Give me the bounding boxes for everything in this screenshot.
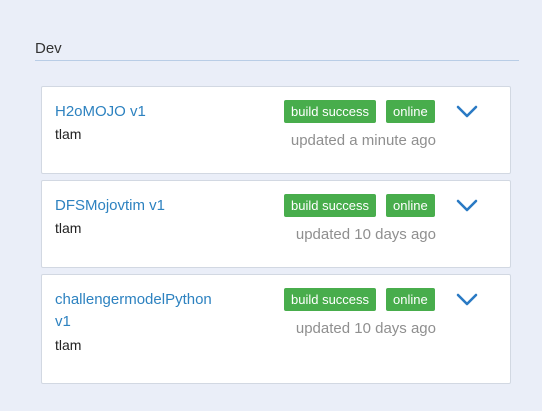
status-badges: build success online xyxy=(284,194,435,217)
updated-timestamp: updated 10 days ago xyxy=(295,226,436,243)
updated-timestamp: updated a minute ago xyxy=(290,132,436,149)
online-status-badge: online xyxy=(386,288,435,311)
section-title: Dev xyxy=(35,38,519,61)
status-badges: build success online xyxy=(284,288,435,311)
updated-timestamp: updated 10 days ago xyxy=(295,320,436,337)
build-status-badge: build success xyxy=(284,100,377,123)
model-owner: tlam xyxy=(55,220,82,236)
model-name-link[interactable]: DFSMojovtim v1 xyxy=(55,195,225,217)
build-status-badge: build success xyxy=(284,194,377,217)
chevron-down-icon[interactable] xyxy=(456,199,478,213)
section-dev: Dev xyxy=(35,38,519,61)
status-badges: build success online xyxy=(284,100,435,123)
build-status-badge: build success xyxy=(284,288,377,311)
model-owner: tlam xyxy=(55,126,82,142)
model-card: DFSMojovtim v1 tlam build success online… xyxy=(41,180,511,268)
online-status-badge: online xyxy=(386,194,435,217)
online-status-badge: online xyxy=(386,100,435,123)
model-card: H2oMOJO v1 tlam build success online upd… xyxy=(41,86,511,174)
model-name-link[interactable]: H2oMOJO v1 xyxy=(55,101,225,123)
model-owner: tlam xyxy=(55,337,82,353)
chevron-down-icon[interactable] xyxy=(456,105,478,119)
model-card: challengermodelPython v1 tlam build succ… xyxy=(41,274,511,384)
chevron-down-icon[interactable] xyxy=(456,293,478,307)
model-name-link[interactable]: challengermodelPython v1 xyxy=(55,289,220,333)
